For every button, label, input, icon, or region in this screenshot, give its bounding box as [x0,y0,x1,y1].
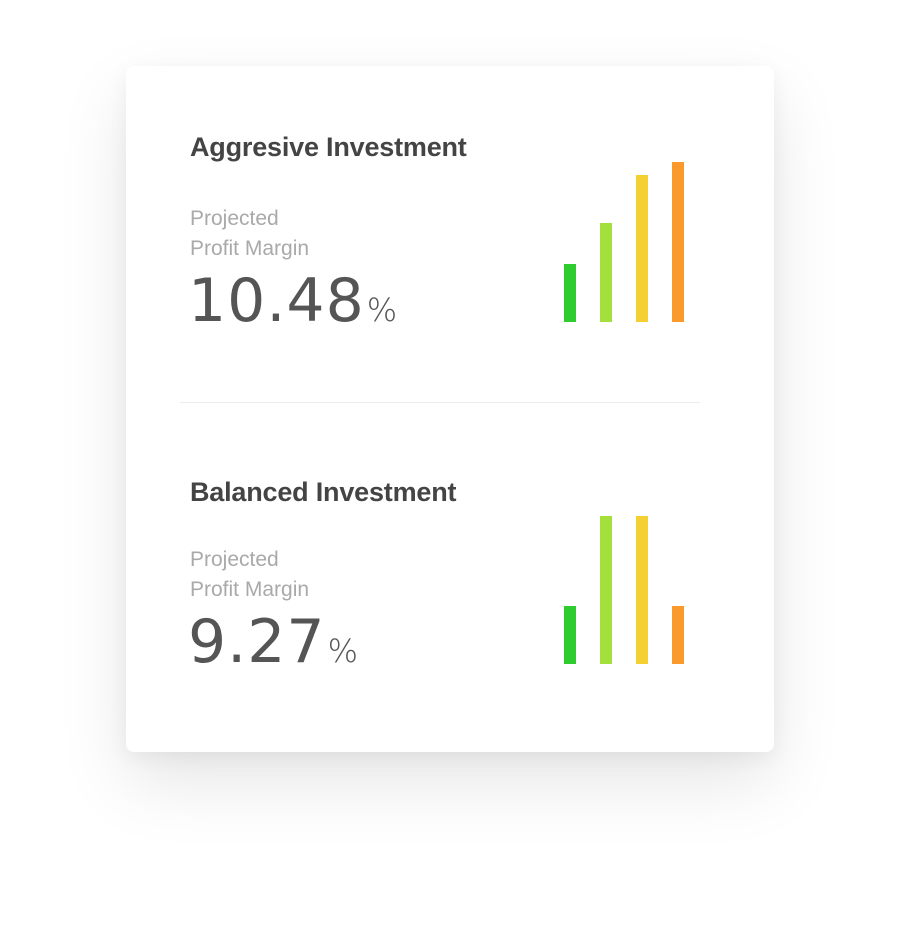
metric-value-unit: % [327,632,358,670]
investment-card: Aggresive Investment Projected Profit Ma… [126,66,774,752]
bar-4 [672,606,684,664]
panel-title: Balanced Investment [190,477,457,507]
bar-3 [636,516,648,664]
bar-2 [600,516,612,664]
metric-value: 9.27% [188,607,358,677]
metric-value-number: 10.48 [188,266,365,336]
panel-title: Aggresive Investment [190,132,467,162]
metric-value-unit: % [366,291,398,329]
bar-4 [672,162,684,322]
bar-1 [564,606,576,664]
metric-label-line1: Projected [190,207,279,230]
metric-value-number: 9.27 [188,607,326,677]
metric-label-line1: Projected [190,548,279,571]
metric-label: Projected Profit Margin [190,204,309,264]
bar-2 [600,223,612,322]
metric-label-line2: Profit Margin [190,578,310,601]
bar-1 [564,264,576,322]
balanced-investment-panel: Balanced Investment Projected Profit Mar… [126,403,774,752]
metric-value: 10.48% [188,266,397,336]
metric-label: Projected Profit Margin [190,545,309,605]
bar-graph [564,162,694,322]
aggressive-investment-panel: Aggresive Investment Projected Profit Ma… [126,66,774,403]
metric-label-line2: Profit Margin [190,237,310,260]
bar-3 [636,175,648,322]
bar-graph [564,516,694,664]
